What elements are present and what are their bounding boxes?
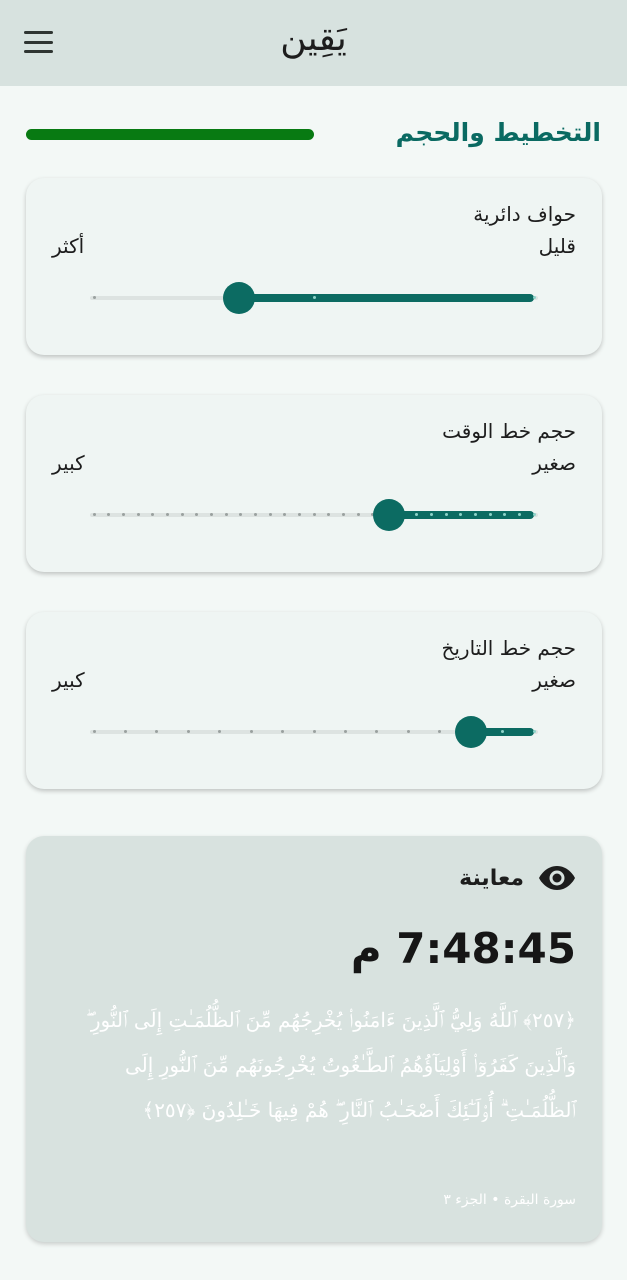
slider-tick <box>92 730 96 733</box>
slider-thumb[interactable] <box>455 716 488 748</box>
slider-tick <box>488 513 492 516</box>
slider-tick <box>123 730 127 733</box>
app-title: يَقِين <box>280 18 347 59</box>
slider-tick <box>473 513 477 516</box>
slider-tick <box>406 730 410 733</box>
slider-tick <box>444 513 448 516</box>
slider-tick <box>268 513 272 516</box>
slider-max-label: أكثر <box>52 234 85 258</box>
slider-tick <box>121 513 125 516</box>
slider-tick <box>429 513 433 516</box>
slider-tick <box>180 513 184 516</box>
preview-label: معاينة <box>459 865 524 891</box>
slider-label: حجم خط التاريخ <box>441 636 576 660</box>
preview-header: معاينة <box>459 864 576 892</box>
slider-tick <box>532 730 536 733</box>
date-font-size-card: حجم خط التاريخ صغير كبير <box>26 612 602 789</box>
slider-tick <box>341 513 345 516</box>
preview-card: معاينة 7:48:45 م ﴿٢٥٧﴾ ٱللَّهُ وَلِيُّ ٱ… <box>26 836 602 1242</box>
slider-tick <box>297 513 301 516</box>
rounded-corners-slider[interactable] <box>90 278 538 318</box>
slider-thumb[interactable] <box>223 282 256 314</box>
section-title: التخطيط والحجم <box>395 118 601 147</box>
slider-min-label: صغير <box>532 668 576 692</box>
slider-tick <box>343 730 347 733</box>
slider-tick <box>165 513 169 516</box>
slider-label: حجم خط الوقت <box>442 419 576 443</box>
slider-track-active <box>239 294 534 302</box>
slider-tick <box>92 296 96 299</box>
slider-max-label: كبير <box>52 451 85 475</box>
slider-label: حواف دائرية <box>473 202 576 226</box>
section-accent-bar <box>26 129 314 140</box>
time-font-size-card: حجم خط الوقت صغير كبير <box>26 395 602 572</box>
slider-tick <box>312 296 316 299</box>
slider-tick <box>532 296 536 299</box>
slider-tick <box>312 513 316 516</box>
slider-tick <box>356 513 360 516</box>
preview-verse: ﴿٢٥٧﴾ ٱللَّهُ وَلِيُّ ٱلَّذِينَ ءَامَنُو… <box>85 1008 576 1122</box>
slider-tick <box>92 513 96 516</box>
slider-tick <box>517 513 521 516</box>
slider-tick <box>532 513 536 516</box>
slider-thumb[interactable] <box>372 499 405 531</box>
slider-max-label: كبير <box>52 668 85 692</box>
eye-icon <box>539 866 575 890</box>
slider-tick <box>312 730 316 733</box>
slider-min-label: قليل <box>538 234 576 258</box>
slider-min-label: صغير <box>532 451 576 475</box>
preview-time: 7:48:45 م <box>350 924 576 973</box>
slider-tick <box>186 730 190 733</box>
date-font-size-slider[interactable] <box>90 712 538 752</box>
rounded-corners-card: حواف دائرية قليل أكثر <box>26 178 602 355</box>
slider-tick <box>209 513 213 516</box>
slider-tick <box>249 730 253 733</box>
verse-reference: سورة البقرة • الجزء ٣ <box>443 1192 576 1208</box>
slider-tick <box>136 513 140 516</box>
slider-tick <box>253 513 257 516</box>
slider-tick <box>224 513 228 516</box>
app-bar: يَقِين <box>0 0 627 86</box>
time-font-size-slider[interactable] <box>90 495 538 535</box>
